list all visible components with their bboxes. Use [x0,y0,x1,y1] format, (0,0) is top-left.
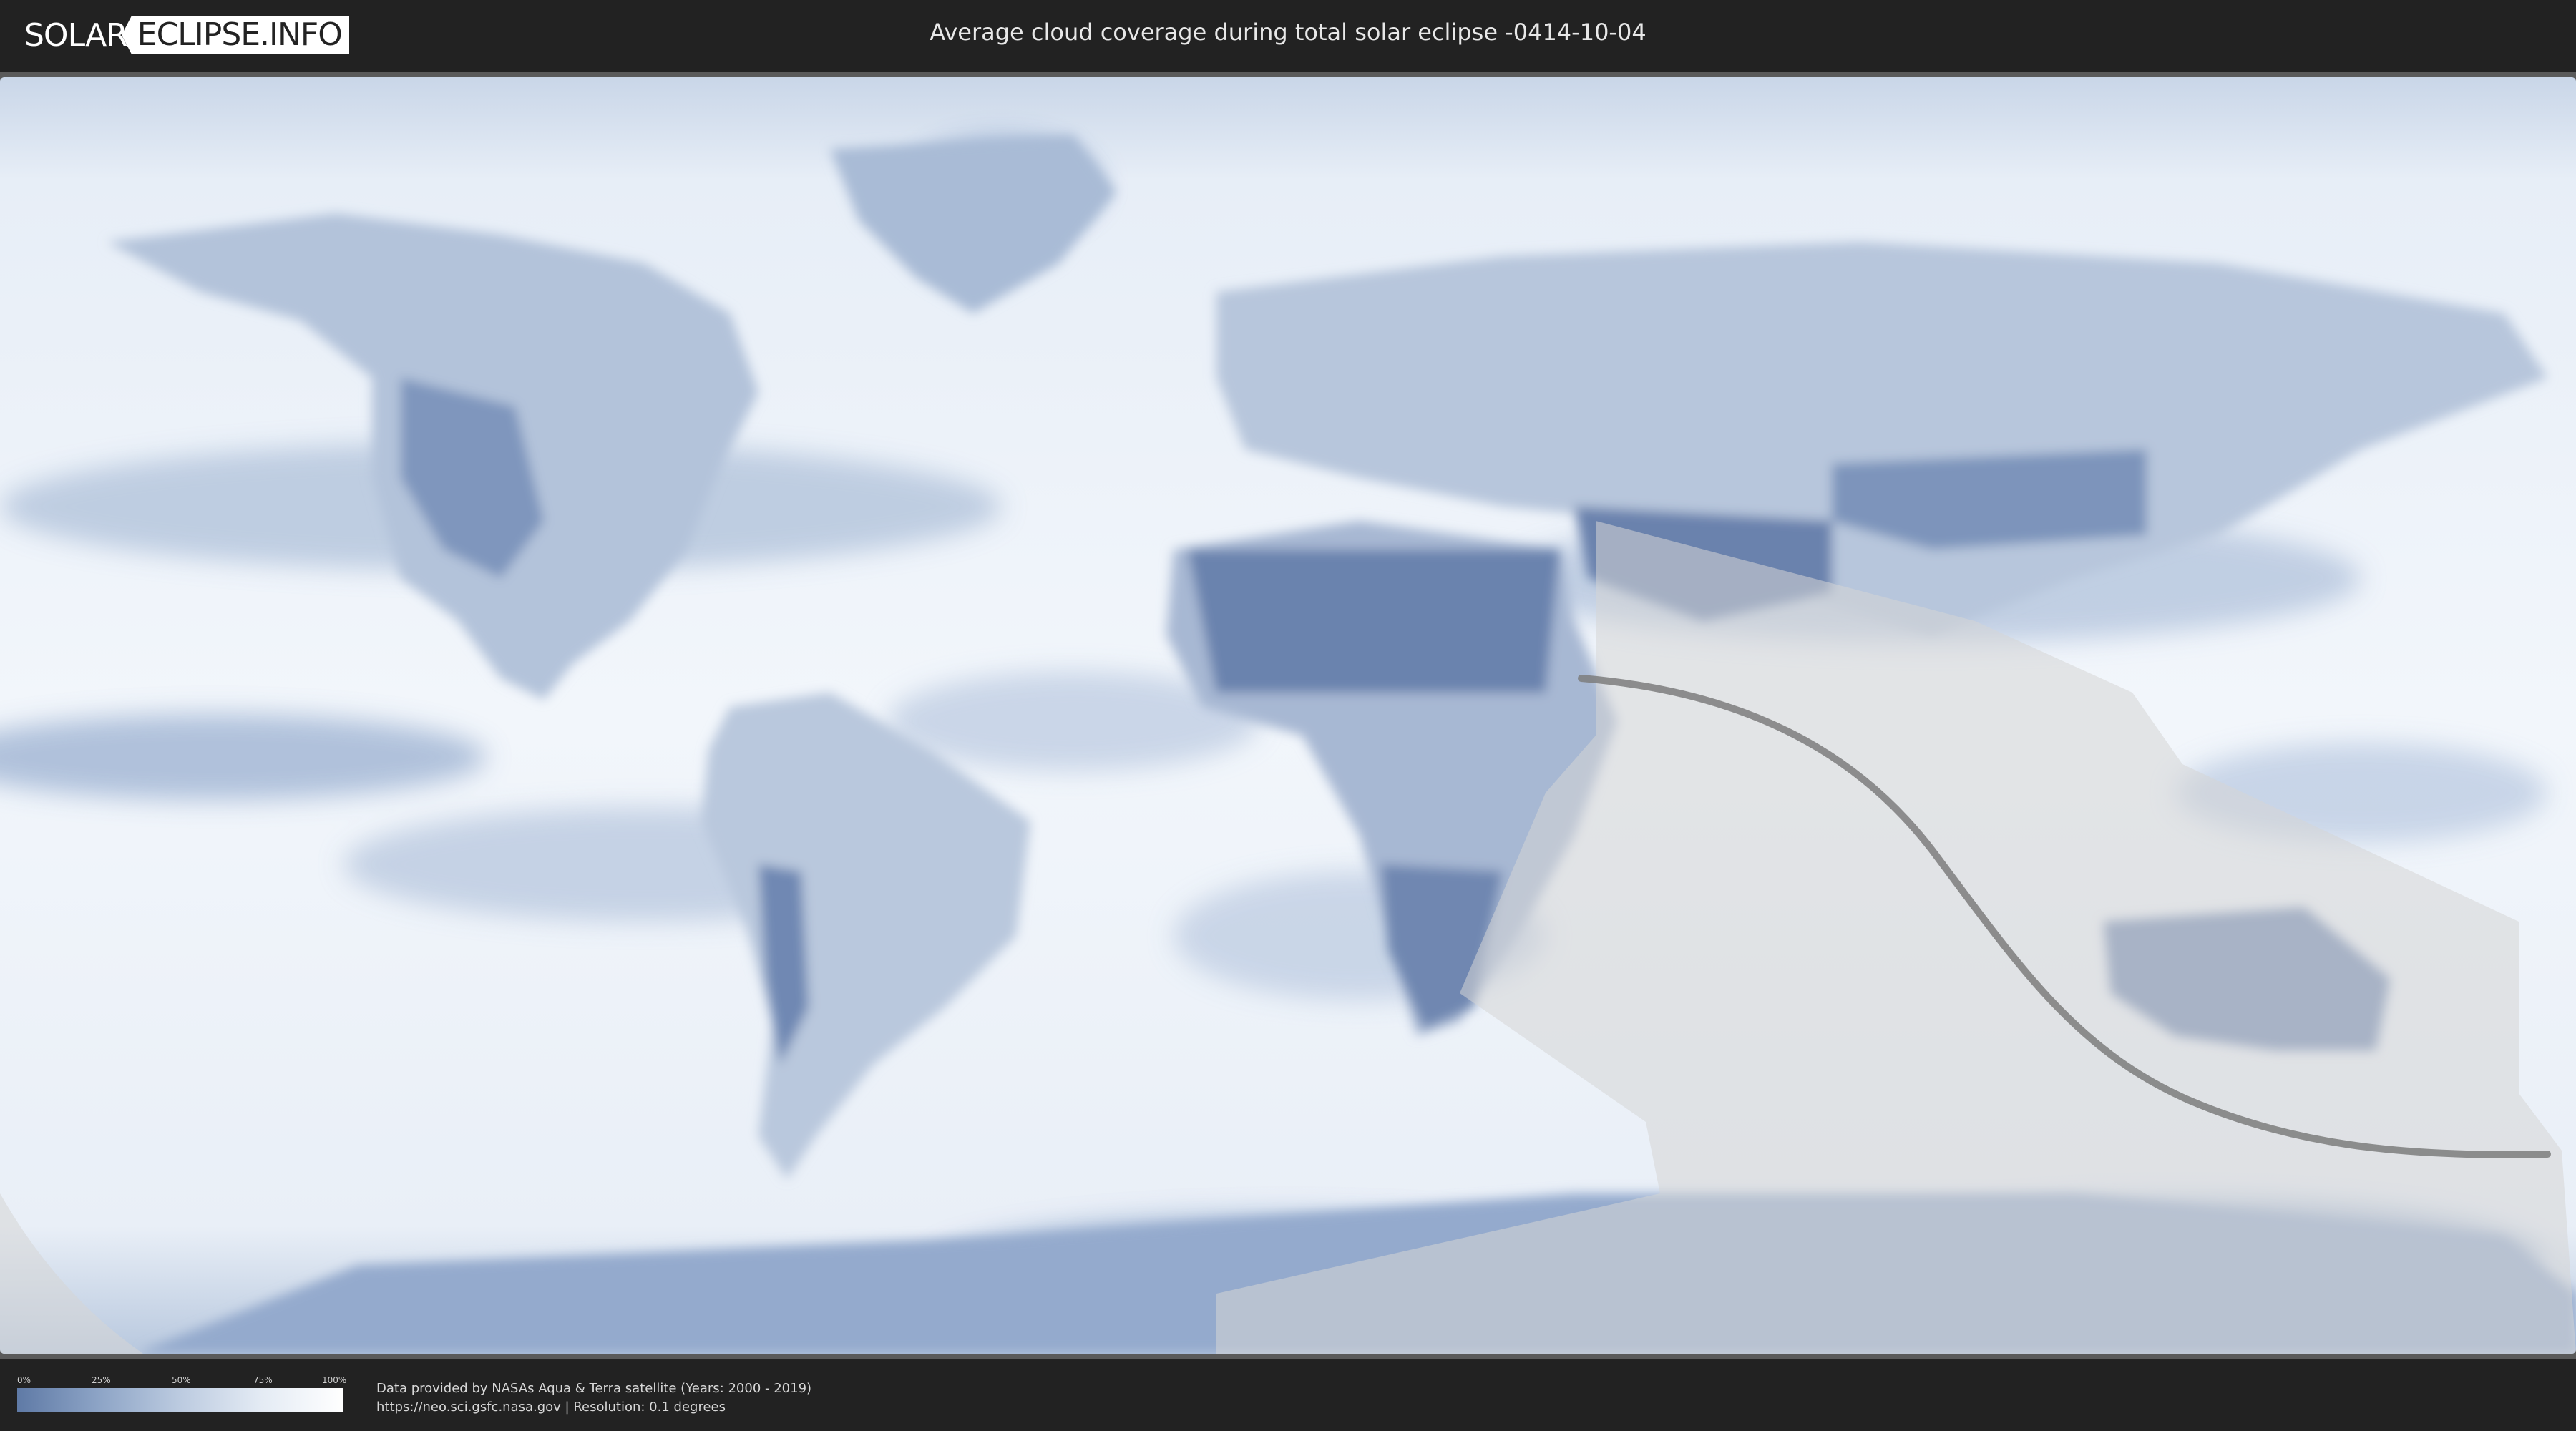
cloud-coverage-map [0,77,2576,1354]
data-credits: Data provided by NASAs Aqua & Terra sate… [376,1379,811,1417]
credits-line-source: Data provided by NASAs Aqua & Terra sate… [376,1381,812,1396]
legend-tick-75: 75% [253,1375,273,1385]
cloud-coverage-legend: 0% 25% 50% 75% 100% [17,1375,347,1412]
map-frame [0,72,2576,1359]
footer: 0% 25% 50% 75% 100% Data provided by NAS… [0,1359,2576,1431]
legend-ticks: 0% 25% 50% 75% 100% [17,1375,347,1388]
page-title: Average cloud coverage during total sola… [930,19,1646,46]
credits-line-url: https://neo.sci.gsfc.nasa.gov | Resoluti… [376,1400,726,1415]
legend-tick-50: 50% [172,1375,191,1385]
page: SOLAR ECLIPSE.INFO Average cloud coverag… [0,0,2576,1431]
legend-tick-0: 0% [17,1375,31,1385]
header: SOLAR ECLIPSE.INFO Average cloud coverag… [0,0,2576,72]
legend-tick-100: 100% [322,1375,347,1385]
legend-color-bar [17,1388,343,1412]
legend-tick-25: 25% [92,1375,111,1385]
